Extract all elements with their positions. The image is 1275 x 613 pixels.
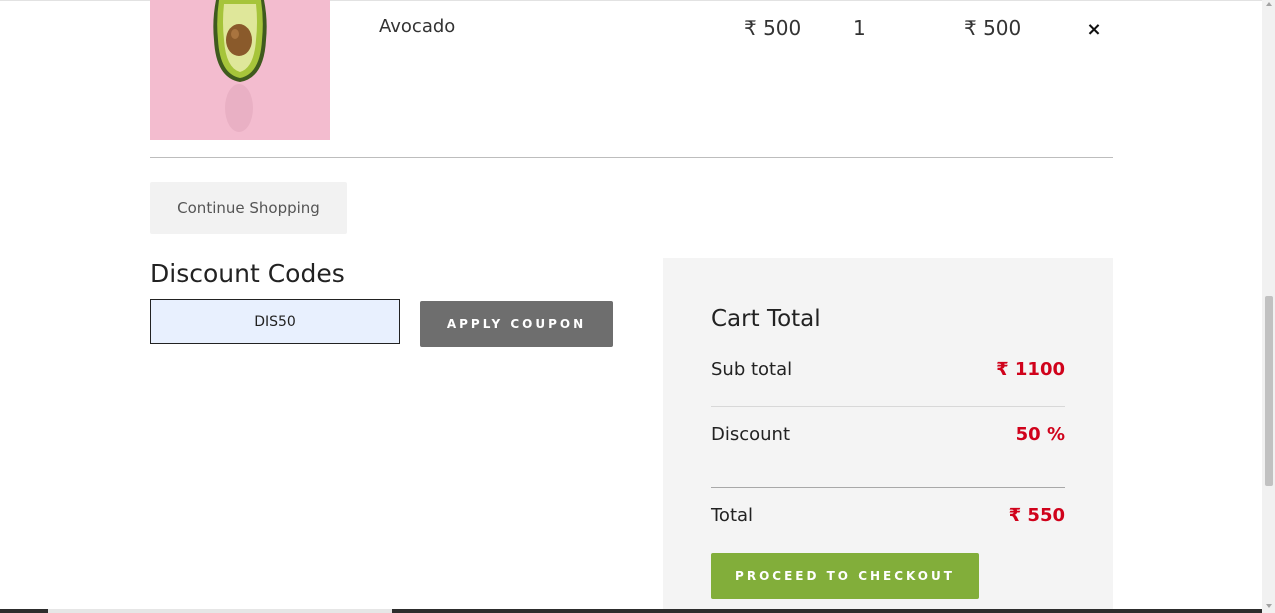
- product-quantity: 1: [853, 16, 866, 40]
- page-scrollbar-thumb[interactable]: [1265, 296, 1273, 486]
- scroll-up-arrow-icon[interactable]: [1266, 2, 1272, 6]
- subtotal-divider: [711, 406, 1065, 407]
- discount-codes-heading: Discount Codes: [150, 259, 345, 288]
- row-divider: [150, 157, 1113, 158]
- discount-divider: [711, 487, 1065, 488]
- subtotal-label: Sub total: [711, 359, 793, 380]
- product-image: [150, 0, 330, 140]
- cart-total-panel: Cart Total Sub total ₹ 1100 Discount 50 …: [663, 258, 1113, 613]
- product-price: ₹ 500: [744, 16, 802, 40]
- discount-label: Discount: [711, 424, 791, 445]
- continue-shopping-button[interactable]: Continue Shopping: [150, 182, 347, 234]
- cart-total-heading: Cart Total: [711, 306, 821, 332]
- bottom-edge-highlight: [48, 609, 392, 613]
- remove-item-close-icon[interactable]: ×: [1085, 20, 1103, 40]
- subtotal-value: ₹ 1100: [996, 359, 1065, 380]
- discount-value: 50 %: [1015, 424, 1065, 445]
- coupon-code-input[interactable]: [150, 299, 400, 344]
- avocado-icon: [150, 0, 330, 140]
- apply-coupon-button[interactable]: APPLY COUPON: [420, 301, 613, 347]
- product-name: Avocado: [379, 16, 456, 37]
- bottom-edge-bar: [0, 609, 1262, 613]
- line-total: ₹ 500: [964, 16, 1022, 40]
- total-value: ₹ 550: [1008, 505, 1065, 526]
- scroll-down-arrow-icon[interactable]: [1266, 604, 1272, 608]
- proceed-to-checkout-button[interactable]: PROCEED TO CHECKOUT: [711, 553, 979, 599]
- total-label: Total: [711, 505, 754, 526]
